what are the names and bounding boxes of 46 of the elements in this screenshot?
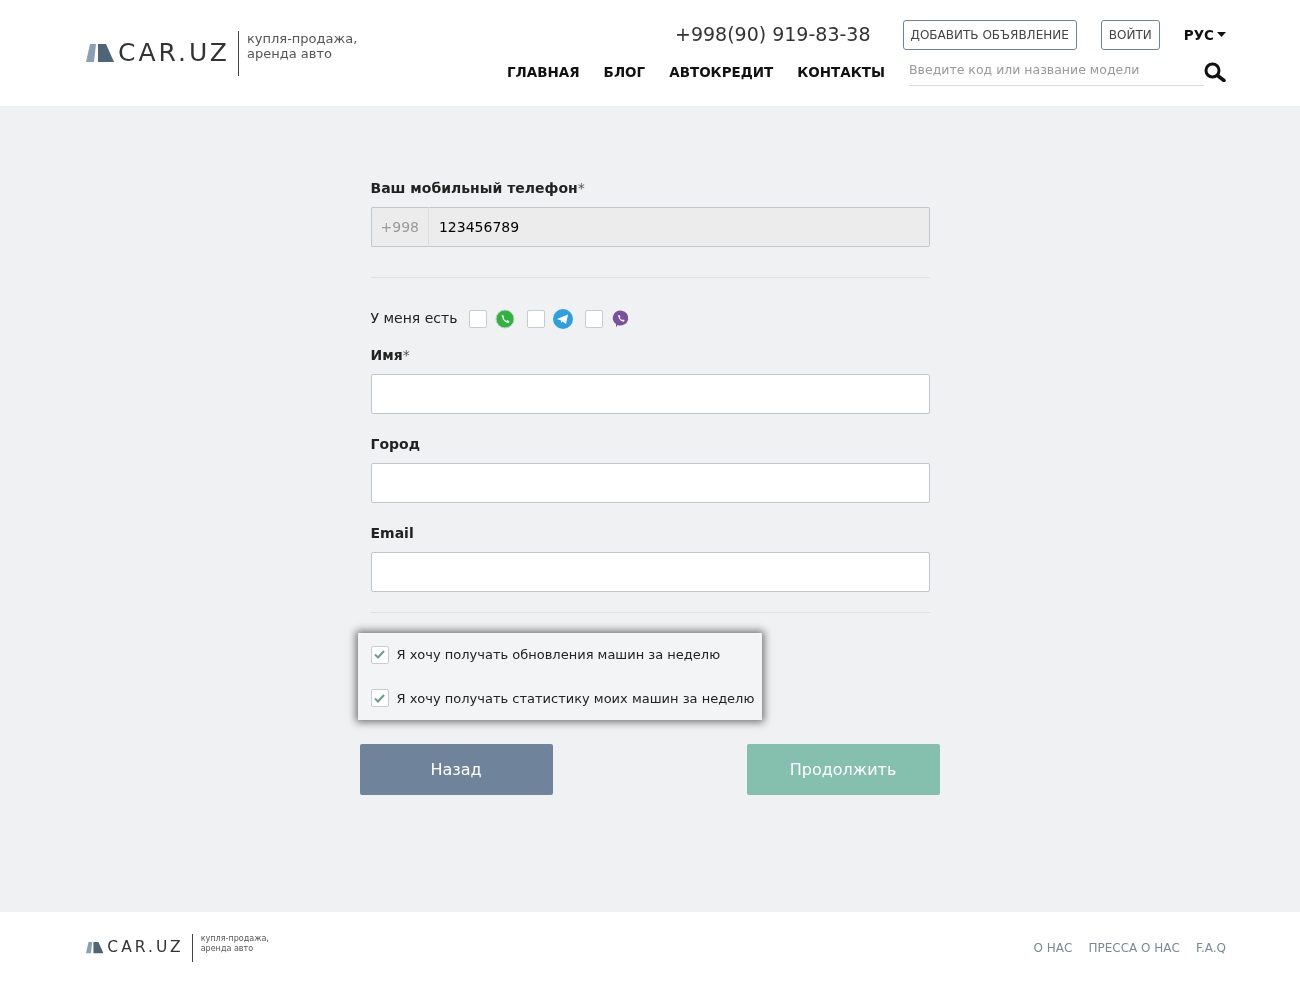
subscription-label: Я хочу получать обновления машин за неделю (396, 646, 721, 664)
field-label: Имя (370, 347, 403, 363)
footer-link[interactable]: ПРЕССА О НАС (1088, 938, 1180, 957)
phone-number: +998(90) 919-83-38 (674, 22, 871, 48)
phone-field[interactable]: 123456789 (428, 207, 930, 247)
logo-wordmark: CAR.UZ (118, 37, 230, 70)
check-icon (374, 693, 385, 703)
footer-link[interactable]: О НАС (1033, 938, 1073, 957)
nav-link[interactable]: АВТОКРЕДИТ (669, 61, 774, 83)
paper-plane-icon (553, 308, 574, 329)
text-field[interactable] (370, 463, 930, 503)
logo-icon (86, 44, 114, 62)
whatsapp-icon (495, 308, 516, 329)
checkbox[interactable] (585, 309, 604, 328)
back-button[interactable]: Назад (359, 744, 553, 795)
search-icon (1204, 62, 1226, 82)
logo-icon (86, 942, 104, 954)
field-label: Email (370, 525, 414, 541)
country-code: +998 (370, 207, 429, 247)
text-field[interactable] (370, 374, 930, 414)
caret-icon (1217, 32, 1226, 38)
required-mark: * (577, 180, 585, 196)
field-label: Ваш мобильный телефон (370, 180, 578, 196)
logo-tagline: аренда авто (247, 46, 333, 62)
logo-tagline: купля-продажа, (247, 30, 358, 47)
nav-link[interactable]: КОНТАКТЫ (797, 61, 885, 83)
footer-link[interactable]: F.A.Q (1195, 938, 1226, 957)
messengers-label: У меня есть (370, 309, 458, 328)
checkbox[interactable] (370, 645, 389, 664)
checkbox[interactable] (527, 309, 546, 328)
login-button[interactable]: ВОЙТИ (1100, 19, 1160, 50)
field-label: Город (370, 436, 420, 452)
subscription-label: Я хочу получать статистику моих машин за неделю (396, 689, 755, 708)
check-icon (374, 650, 385, 660)
logo-tagline: купля-продажа, (200, 934, 269, 944)
logo-wordmark: CAR.UZ (107, 937, 184, 959)
checkbox[interactable] (469, 309, 488, 328)
checkbox[interactable] (370, 689, 389, 708)
search-field[interactable]: Введите код или название модели (909, 57, 1204, 87)
add-listing-button[interactable]: ДОБАВИТЬ ОБЪЯВЛЕНИЕ (902, 19, 1077, 50)
language-dropdown[interactable]: РУС (1183, 24, 1226, 45)
nav-link[interactable]: БЛОГ (603, 61, 646, 83)
required-mark: * (402, 347, 410, 363)
logo-tagline: аренда авто (200, 943, 255, 954)
nav-link[interactable]: ГЛАВНАЯ (506, 61, 580, 83)
text-field[interactable] (370, 552, 930, 592)
